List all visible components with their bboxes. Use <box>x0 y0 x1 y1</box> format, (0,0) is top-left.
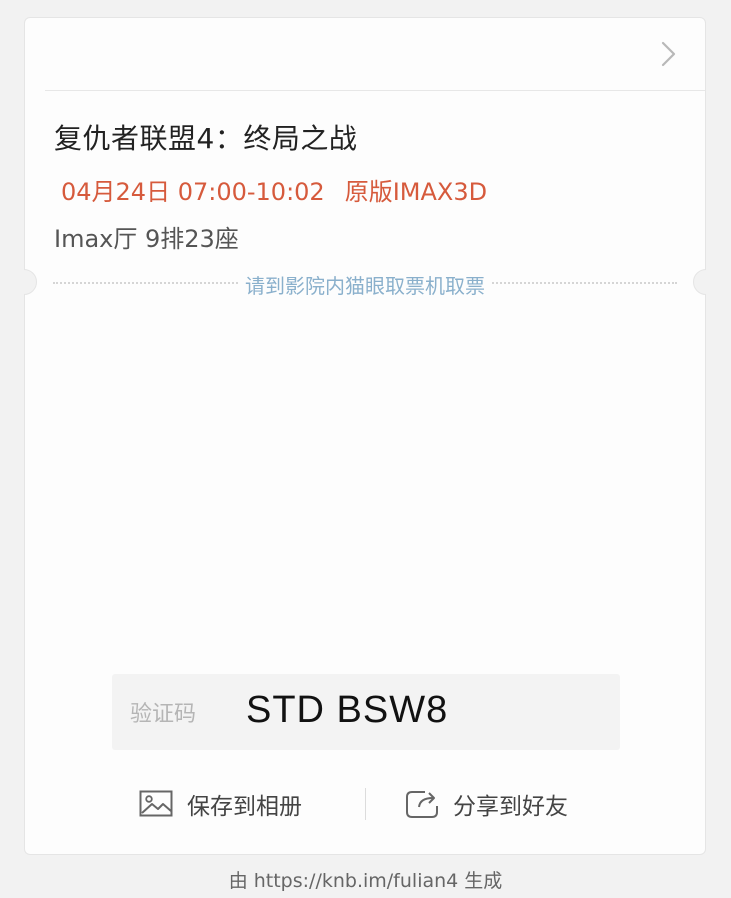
share-label: 分享到好友 <box>453 794 568 820</box>
save-label: 保存到相册 <box>187 794 302 820</box>
save-to-album-button[interactable]: 保存到相册 <box>139 781 302 827</box>
verification-code: STD BSW8 <box>246 689 449 731</box>
verification-label: 验证码 <box>130 702 197 727</box>
pickup-tip: 请到影院内猫眼取票机取票 <box>239 270 491 299</box>
share-icon <box>405 789 439 819</box>
footer-source: 由 https://knb.im/fulian4 生成 <box>228 870 503 892</box>
header-divider <box>45 90 705 91</box>
showtime-row: 04月24日 07:00-10:02 原版IMAX3D <box>61 172 487 207</box>
show-version: 原版IMAX3D <box>344 178 488 206</box>
image-icon <box>139 789 173 819</box>
seat-info: Imax厅 9排23座 <box>54 225 239 253</box>
share-to-friends-button[interactable]: 分享到好友 <box>405 781 568 827</box>
show-date-time: 04月24日 07:00-10:02 <box>61 178 325 206</box>
action-bar: 保存到相册 分享到好友 <box>25 781 705 827</box>
ticket-card: 复仇者联盟4：终局之战 04月24日 07:00-10:02 原版IMAX3D I… <box>24 17 706 855</box>
movie-title: 复仇者联盟4：终局之战 <box>54 122 358 155</box>
ticket-header[interactable] <box>25 18 705 91</box>
ticket-notch-left <box>24 269 37 295</box>
ticket-notch-right <box>693 269 706 295</box>
action-divider <box>365 788 366 820</box>
chevron-right-icon[interactable] <box>655 40 683 68</box>
verification-code-box: 验证码 STD BSW8 <box>112 674 620 750</box>
